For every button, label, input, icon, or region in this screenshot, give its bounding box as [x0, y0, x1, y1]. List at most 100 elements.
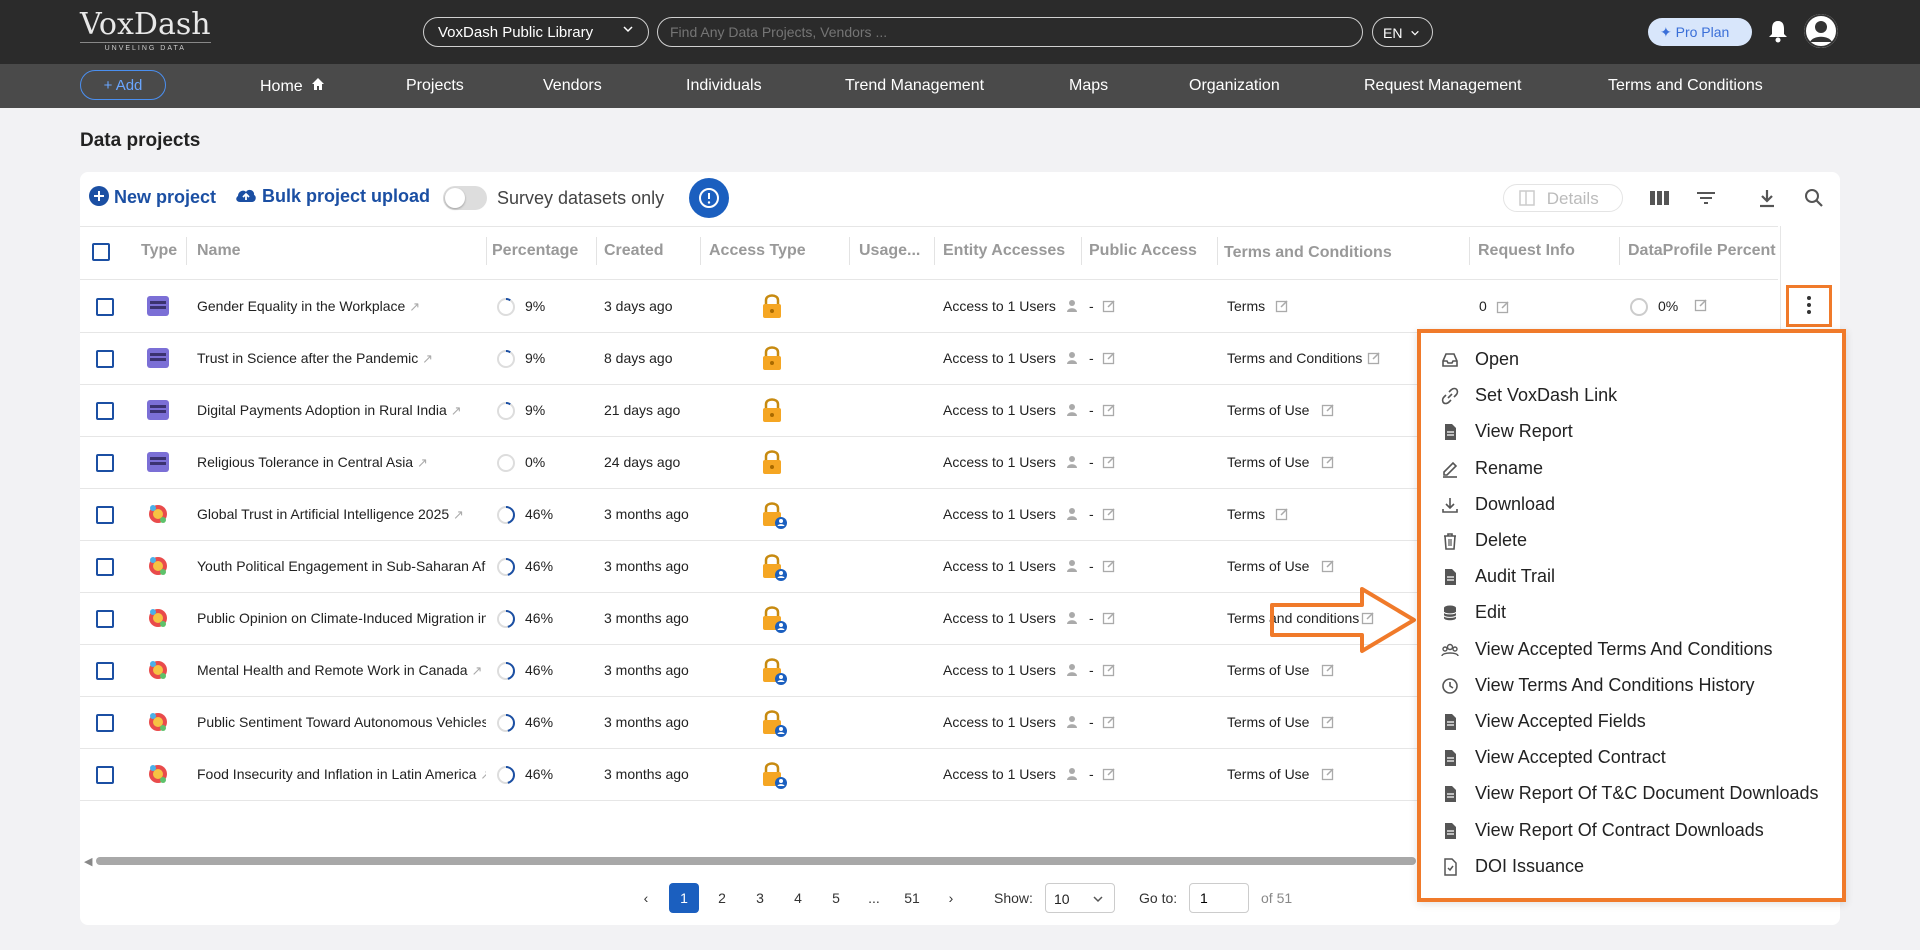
column-header-entity-accesses[interactable]: Entity Accesses	[943, 242, 1065, 260]
row-checkbox[interactable]	[96, 402, 114, 420]
entity-access-value[interactable]: Access to 1 Users	[943, 506, 1056, 522]
menu-item-download[interactable]: Download	[1441, 492, 1841, 522]
pro-plan-badge[interactable]: ✦ Pro Plan	[1648, 18, 1752, 46]
nav-item-request-management[interactable]: Request Management	[1364, 77, 1521, 95]
goto-page-input[interactable]	[1189, 883, 1249, 913]
edit-icon[interactable]	[1102, 403, 1116, 417]
menu-item-view-accepted-terms-and-conditions[interactable]: View Accepted Terms And Conditions	[1441, 637, 1841, 667]
nav-item-trend-management[interactable]: Trend Management	[845, 77, 984, 95]
bulk-upload-button[interactable]: Bulk project upload	[235, 186, 430, 207]
add-user-icon[interactable]	[1066, 767, 1080, 781]
nav-item-terms[interactable]: Terms and Conditions	[1608, 77, 1763, 95]
row-checkbox[interactable]	[96, 454, 114, 472]
library-select[interactable]: VoxDash Public Library	[423, 17, 649, 47]
row-checkbox[interactable]	[96, 610, 114, 628]
menu-item-view-report[interactable]: View Report	[1441, 419, 1841, 449]
project-name[interactable]: Youth Political Engagement in Sub-Sahara…	[197, 558, 486, 575]
entity-access-value[interactable]: Access to 1 Users	[943, 402, 1056, 418]
row-checkbox[interactable]	[96, 350, 114, 368]
edit-terms-icon[interactable]	[1275, 507, 1289, 521]
menu-item-rename[interactable]: Rename	[1441, 456, 1841, 486]
edit-terms-icon[interactable]	[1321, 559, 1335, 573]
project-name[interactable]: Gender Equality in the Workplace ↗	[197, 298, 486, 315]
nav-item-organization[interactable]: Organization	[1189, 77, 1280, 95]
add-user-icon[interactable]	[1066, 455, 1080, 469]
filter-icon[interactable]	[1694, 186, 1718, 210]
horizontal-scrollbar[interactable]	[96, 857, 1416, 865]
entity-access-value[interactable]: Access to 1 Users	[943, 662, 1056, 678]
add-button[interactable]: + Add	[80, 70, 166, 100]
menu-item-view-accepted-contract[interactable]: View Accepted Contract	[1441, 745, 1841, 775]
edit-terms-icon[interactable]	[1275, 299, 1289, 313]
survey-toggle[interactable]	[443, 186, 487, 210]
edit-terms-icon[interactable]	[1367, 351, 1381, 365]
column-header-terms[interactable]: Terms and Conditions	[1224, 244, 1392, 262]
edit-request-icon[interactable]	[1496, 300, 1510, 314]
row-checkbox[interactable]	[96, 766, 114, 784]
column-header-percentage[interactable]: Percentage	[492, 242, 578, 260]
user-avatar-icon[interactable]	[1804, 14, 1838, 48]
entity-access-value[interactable]: Access to 1 Users	[943, 610, 1056, 626]
external-link-icon[interactable]: ↗	[471, 663, 482, 678]
next-page-button[interactable]: ›	[936, 883, 966, 913]
page-button[interactable]: 3	[745, 883, 775, 913]
external-link-icon[interactable]: ↗	[409, 299, 420, 314]
add-user-icon[interactable]	[1066, 351, 1080, 365]
add-user-icon[interactable]	[1066, 299, 1080, 313]
column-header-dataprofile[interactable]: DataProfile Percent	[1628, 242, 1778, 260]
row-checkbox[interactable]	[96, 506, 114, 524]
menu-item-view-accepted-fields[interactable]: View Accepted Fields	[1441, 709, 1841, 739]
edit-icon[interactable]	[1102, 559, 1116, 573]
menu-item-open[interactable]: Open	[1441, 347, 1841, 377]
page-button[interactable]: 1	[669, 883, 699, 913]
entity-access-value[interactable]: Access to 1 Users	[943, 558, 1056, 574]
column-header-access-type[interactable]: Access Type	[709, 242, 806, 260]
page-button[interactable]: 4	[783, 883, 813, 913]
menu-item-doi-issuance[interactable]: DOI Issuance	[1441, 854, 1841, 884]
project-name[interactable]: Digital Payments Adoption in Rural India…	[197, 402, 486, 419]
project-name[interactable]: Global Trust in Artificial Intelligence …	[197, 506, 486, 523]
project-name[interactable]: Public Opinion on Climate-Induced Migrat…	[197, 610, 486, 627]
prev-page-button[interactable]: ‹	[631, 883, 661, 913]
page-button[interactable]: 2	[707, 883, 737, 913]
page-button[interactable]: 5	[821, 883, 851, 913]
add-user-icon[interactable]	[1066, 507, 1080, 521]
menu-item-edit[interactable]: Edit	[1441, 600, 1841, 630]
new-project-button[interactable]: New project	[89, 186, 216, 208]
project-name[interactable]: Food Insecurity and Inflation in Latin A…	[197, 766, 486, 783]
edit-dataprofile-icon[interactable]	[1694, 298, 1708, 312]
menu-item-set-voxdash-link[interactable]: Set VoxDash Link	[1441, 383, 1841, 413]
nav-item-maps[interactable]: Maps	[1069, 77, 1108, 95]
row-checkbox[interactable]	[96, 662, 114, 680]
nav-item-projects[interactable]: Projects	[406, 77, 464, 95]
add-user-icon[interactable]	[1066, 559, 1080, 573]
menu-item-view-report-of-contract-downloads[interactable]: View Report Of Contract Downloads	[1441, 818, 1841, 848]
entity-access-value[interactable]: Access to 1 Users	[943, 454, 1056, 470]
language-select[interactable]: EN	[1372, 17, 1433, 47]
edit-terms-icon[interactable]	[1321, 455, 1335, 469]
page-size-select[interactable]: 10	[1045, 883, 1115, 913]
entity-access-value[interactable]: Access to 1 Users	[943, 350, 1056, 366]
entity-access-value[interactable]: Access to 1 Users	[943, 766, 1056, 782]
add-user-icon[interactable]	[1066, 611, 1080, 625]
edit-icon[interactable]	[1102, 299, 1116, 313]
columns-icon[interactable]	[1647, 186, 1671, 210]
edit-icon[interactable]	[1102, 351, 1116, 365]
add-user-icon[interactable]	[1066, 715, 1080, 729]
column-header-type[interactable]: Type	[141, 242, 177, 260]
scroll-left-arrow[interactable]: ◀	[84, 855, 92, 868]
nav-item-home[interactable]: Home	[260, 77, 325, 96]
edit-icon[interactable]	[1102, 507, 1116, 521]
edit-icon[interactable]	[1102, 455, 1116, 469]
nav-item-individuals[interactable]: Individuals	[686, 77, 762, 95]
project-name[interactable]: Mental Health and Remote Work in Canada …	[197, 662, 486, 679]
entity-access-value[interactable]: Access to 1 Users	[943, 714, 1056, 730]
edit-terms-icon[interactable]	[1321, 403, 1335, 417]
row-checkbox[interactable]	[96, 298, 114, 316]
column-header-name[interactable]: Name	[197, 242, 241, 260]
add-user-icon[interactable]	[1066, 663, 1080, 677]
column-header-created[interactable]: Created	[604, 242, 664, 260]
row-checkbox[interactable]	[96, 558, 114, 576]
menu-item-audit-trail[interactable]: Audit Trail	[1441, 564, 1841, 594]
entity-access-value[interactable]: Access to 1 Users	[943, 298, 1056, 314]
